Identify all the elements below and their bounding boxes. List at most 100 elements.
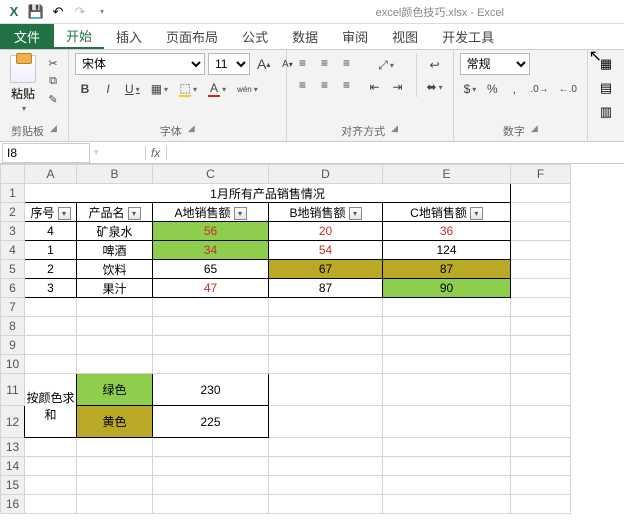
cut-icon[interactable]: ✂ [44, 55, 62, 71]
col-header[interactable]: D [269, 165, 383, 184]
row-header[interactable]: 1 [1, 184, 25, 203]
cell[interactable] [269, 317, 383, 336]
row-header[interactable]: 15 [1, 476, 25, 495]
cell[interactable]: 54 [269, 241, 383, 260]
col-header[interactable]: B [77, 165, 153, 184]
filter-icon[interactable]: ▾ [234, 207, 247, 220]
cell[interactable] [77, 457, 153, 476]
cell[interactable] [77, 495, 153, 514]
cell[interactable]: 90 [383, 279, 511, 298]
decrease-indent-button[interactable]: ⇤ [365, 77, 385, 97]
cell[interactable] [153, 438, 269, 457]
filter-icon[interactable]: ▾ [349, 207, 362, 220]
fx-icon[interactable]: fx [145, 146, 167, 160]
copy-icon[interactable]: ⧉ [44, 73, 62, 89]
cell[interactable] [153, 476, 269, 495]
cell[interactable] [153, 317, 269, 336]
cell[interactable] [25, 336, 77, 355]
cell[interactable] [511, 260, 571, 279]
cell[interactable] [511, 241, 571, 260]
cell[interactable]: 3 [25, 279, 77, 298]
header-d[interactable]: B地销售额▾ [269, 203, 383, 222]
cell[interactable] [511, 336, 571, 355]
number-format-select[interactable]: 常规 [460, 53, 530, 75]
cell[interactable] [153, 336, 269, 355]
qat-customize-icon[interactable]: ▾ [92, 2, 112, 22]
cell[interactable] [269, 476, 383, 495]
cell[interactable] [511, 222, 571, 241]
cell[interactable] [511, 476, 571, 495]
row-header[interactable]: 8 [1, 317, 25, 336]
sum-yellow-label[interactable]: 黄色 [77, 406, 153, 438]
cell[interactable]: 36 [383, 222, 511, 241]
tab-layout[interactable]: 页面布局 [154, 24, 230, 49]
bold-button[interactable]: B [75, 79, 95, 99]
row-header[interactable]: 16 [1, 495, 25, 514]
cell[interactable] [383, 438, 511, 457]
cell[interactable] [383, 374, 511, 406]
cell[interactable] [383, 476, 511, 495]
paste-button[interactable]: 粘贴 ▾ [6, 53, 40, 115]
dialog-launcher-icon[interactable]: ◢ [50, 123, 57, 139]
cell[interactable] [25, 298, 77, 317]
cell[interactable] [383, 336, 511, 355]
tab-developer[interactable]: 开发工具 [430, 24, 506, 49]
cell[interactable]: 124 [383, 241, 511, 260]
cell[interactable]: 1 [25, 241, 77, 260]
cell[interactable] [511, 438, 571, 457]
cell[interactable]: 2 [25, 260, 77, 279]
cell[interactable] [25, 317, 77, 336]
formula-input[interactable] [169, 143, 624, 163]
cell[interactable] [77, 298, 153, 317]
cell[interactable] [511, 406, 571, 438]
cell[interactable] [153, 355, 269, 374]
cell[interactable] [25, 355, 77, 374]
increase-indent-button[interactable]: ⇥ [388, 77, 408, 97]
cell[interactable] [511, 279, 571, 298]
cell[interactable] [269, 495, 383, 514]
cell[interactable]: 20 [269, 222, 383, 241]
align-middle-button[interactable]: ≡ [315, 53, 335, 73]
align-left-button[interactable]: ≡ [293, 75, 313, 95]
row-header[interactable]: 13 [1, 438, 25, 457]
name-box[interactable] [2, 143, 90, 163]
cell[interactable] [269, 355, 383, 374]
cell[interactable]: 果汁 [77, 279, 153, 298]
header-name[interactable]: 产品名▾ [77, 203, 153, 222]
select-all-corner[interactable] [1, 165, 25, 184]
cell[interactable] [511, 457, 571, 476]
align-right-button[interactable]: ≡ [337, 75, 357, 95]
format-painter-icon[interactable]: ✎ [44, 91, 62, 107]
row-header[interactable]: 7 [1, 298, 25, 317]
decrease-decimal-button[interactable]: ←.0 [555, 79, 581, 99]
cell[interactable]: 65 [153, 260, 269, 279]
cell[interactable] [25, 457, 77, 476]
dialog-launcher-icon[interactable]: ◢ [188, 123, 195, 139]
format-table-icon[interactable]: ▤ [594, 77, 618, 99]
col-header[interactable]: C [153, 165, 269, 184]
header-e[interactable]: C地销售额▾ [383, 203, 511, 222]
cell[interactable] [511, 495, 571, 514]
cell[interactable] [511, 317, 571, 336]
comma-format-button[interactable]: , [504, 79, 524, 99]
cell[interactable] [269, 406, 383, 438]
cell[interactable]: 47 [153, 279, 269, 298]
grow-font-button[interactable]: A▴ [253, 54, 274, 74]
cell[interactable] [153, 298, 269, 317]
conditional-format-icon[interactable]: ▦ [594, 53, 618, 75]
filter-icon[interactable]: ▾ [470, 207, 483, 220]
row-header[interactable]: 9 [1, 336, 25, 355]
sum-green-value[interactable]: 230 [153, 374, 269, 406]
tab-review[interactable]: 审阅 [330, 24, 380, 49]
tab-home[interactable]: 开始 [54, 24, 104, 49]
border-button[interactable]: ▦▾ [147, 79, 172, 99]
cell[interactable] [511, 374, 571, 406]
cell[interactable] [269, 374, 383, 406]
font-color-button[interactable]: A▾ [204, 79, 230, 99]
cell[interactable]: 矿泉水 [77, 222, 153, 241]
orientation-button[interactable]: ⤢▾ [365, 55, 408, 75]
align-bottom-button[interactable]: ≡ [337, 53, 357, 73]
cell[interactable]: 56 [153, 222, 269, 241]
redo-icon[interactable]: ↷ [70, 2, 90, 22]
cell[interactable] [25, 476, 77, 495]
